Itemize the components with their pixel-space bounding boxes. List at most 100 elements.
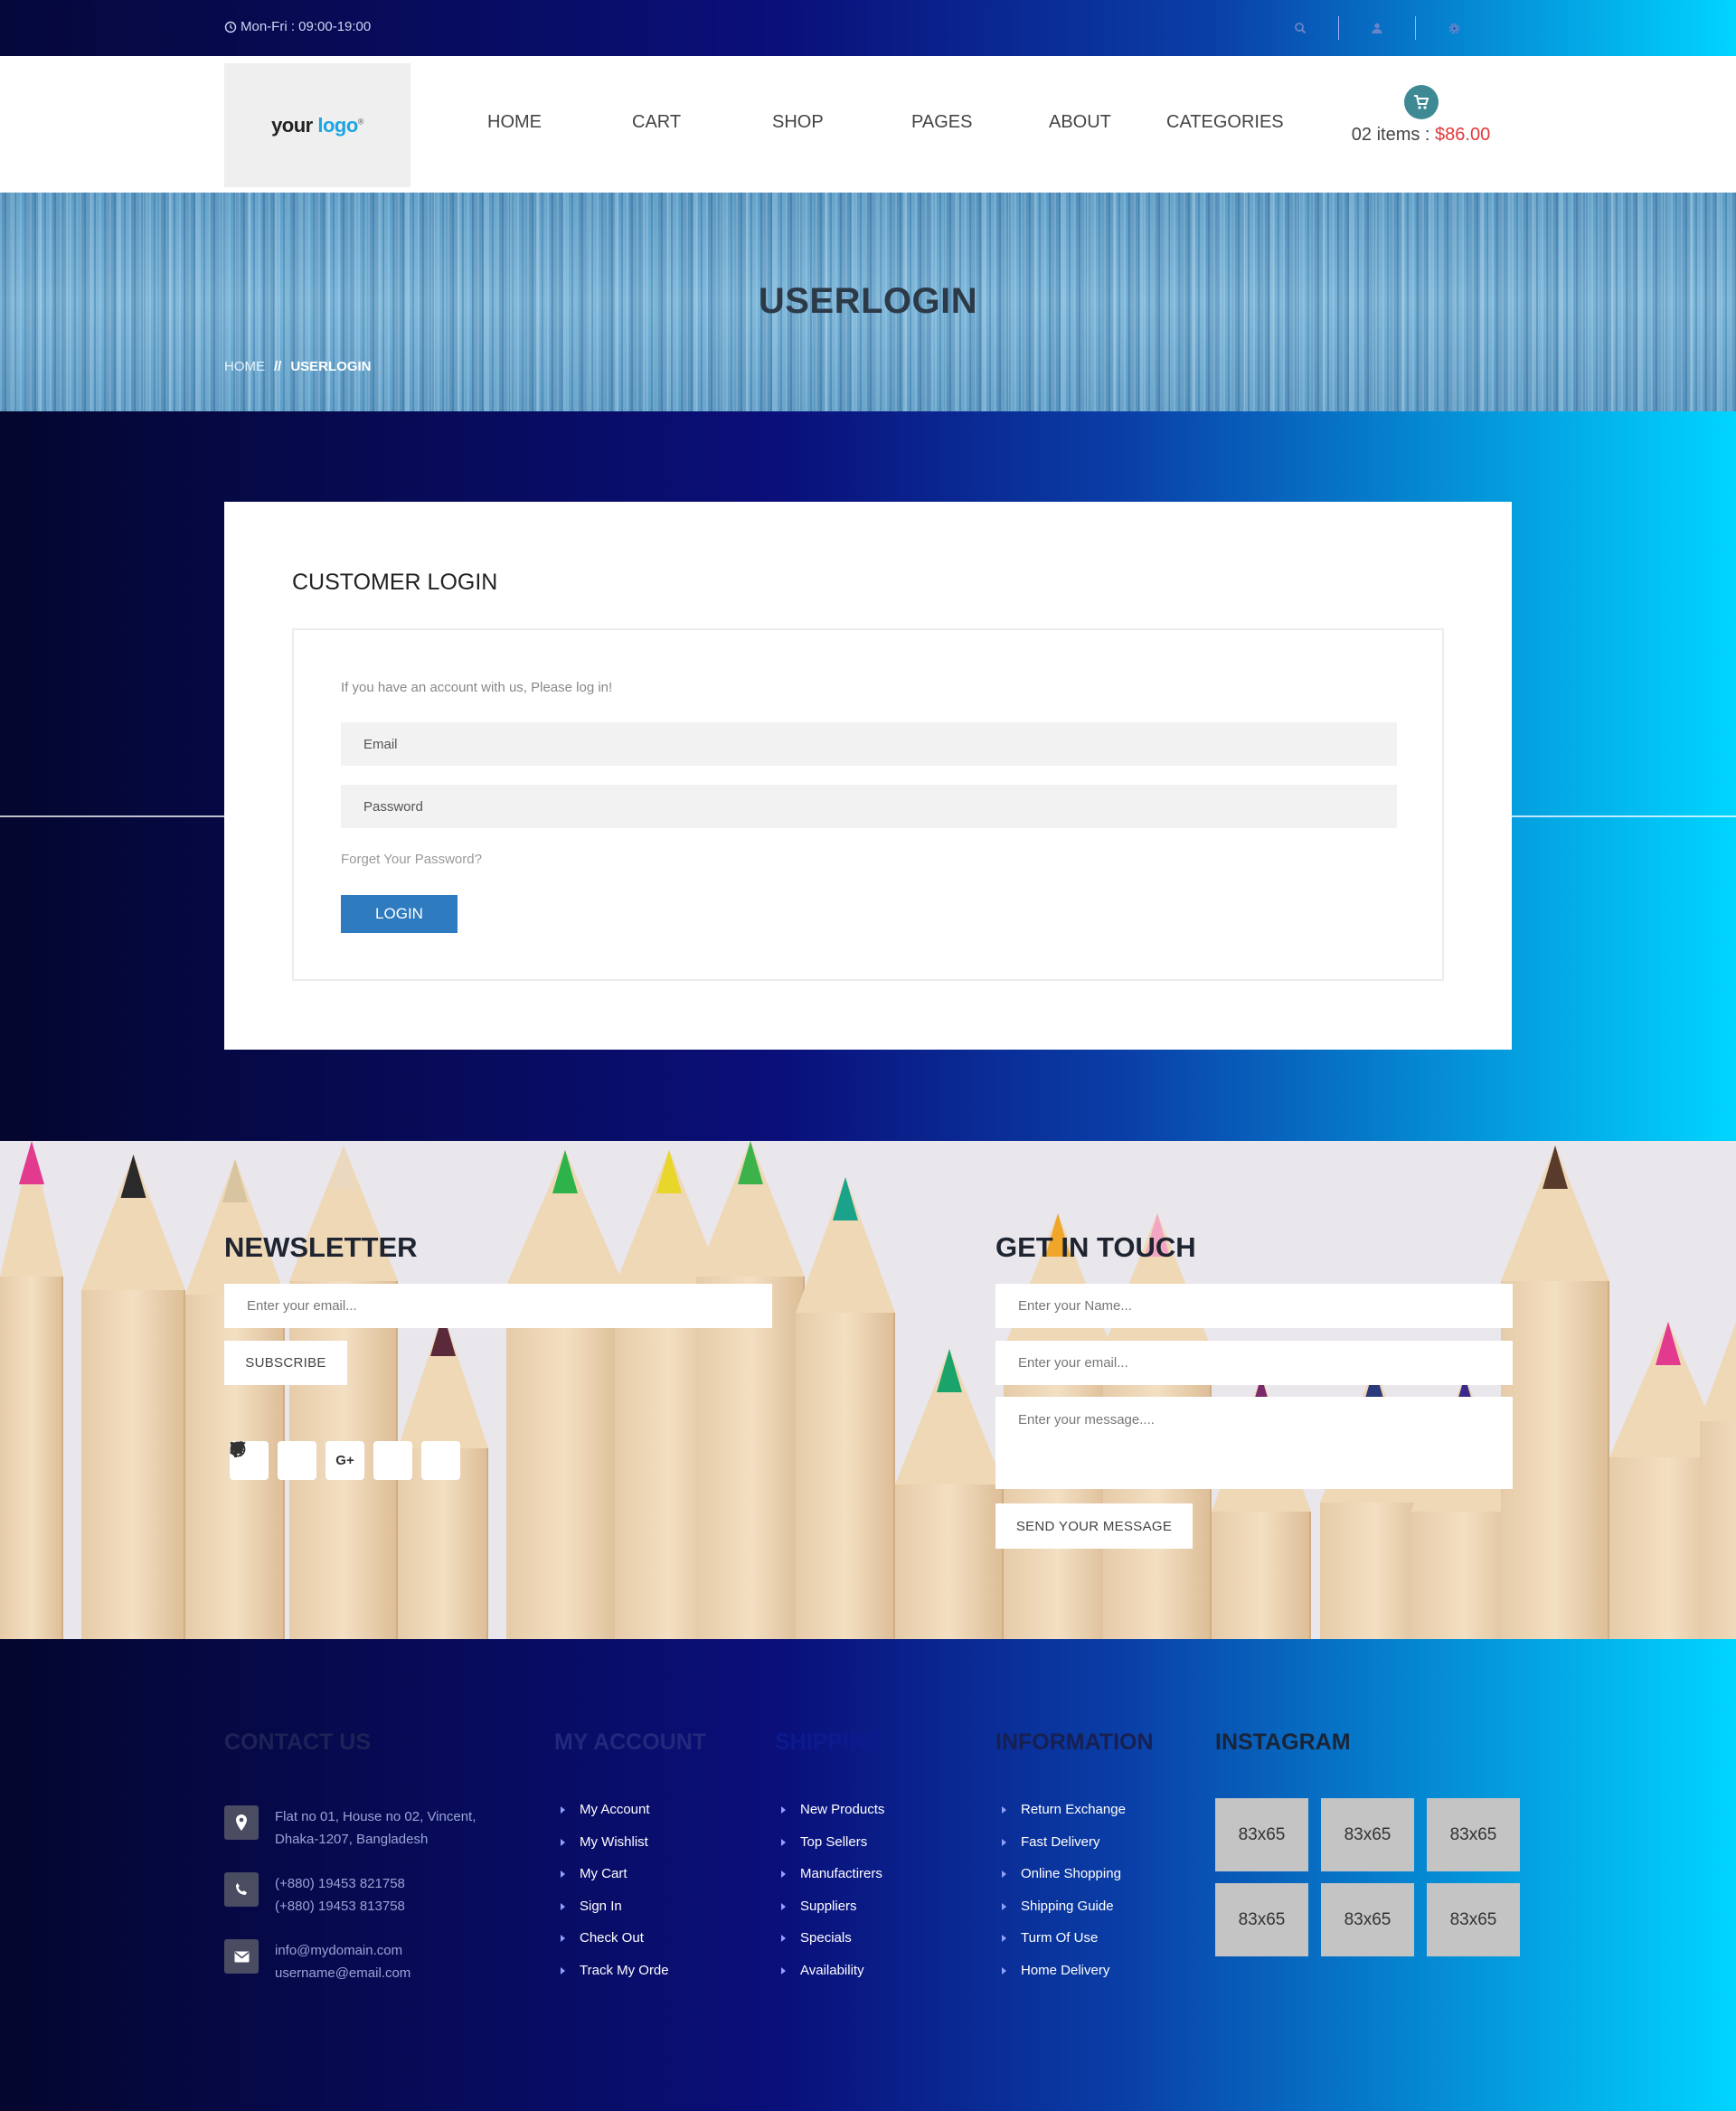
email-link[interactable]: info@mydomain.com <box>275 1939 410 1962</box>
breadcrumb-current: USERLOGIN <box>290 359 372 374</box>
instagram-thumbnail[interactable]: 83x65 <box>1215 1883 1308 1956</box>
search-icon <box>1295 23 1307 34</box>
forgot-password-link[interactable]: Forget Your Password? <box>341 852 482 867</box>
footer-link[interactable]: Specials <box>781 1930 884 1963</box>
phone-icon <box>224 1872 259 1907</box>
site-footer: CONTACT US Flat no 01, House no 02, Vinc… <box>0 1639 1736 2111</box>
footer-link[interactable]: My Cart <box>561 1866 669 1899</box>
contact-phones: (+880) 19453 821758 (+880) 19453 813758 <box>224 1872 405 1918</box>
logo-text: your logo® <box>271 113 363 137</box>
footer-instagram-title: INSTAGRAM <box>1215 1729 1351 1755</box>
page-banner: USERLOGIN HOME // USERLOGIN <box>0 193 1736 411</box>
newsletter-email-input[interactable]: Enter your email... <box>224 1284 772 1328</box>
clock-icon <box>224 21 237 33</box>
footer-information-links: Return Exchange Fast Delivery Online Sho… <box>1002 1802 1126 1994</box>
footer-link[interactable]: Check Out <box>561 1930 669 1963</box>
footer-link[interactable]: Sign In <box>561 1899 669 1931</box>
dribbble-icon[interactable] <box>230 1441 412 1480</box>
account-button[interactable] <box>1339 16 1415 40</box>
login-card: CUSTOMER LOGIN If you have an account wi… <box>224 502 1512 1050</box>
rss-icon[interactable] <box>230 1441 460 1480</box>
nav-shop[interactable]: SHOP <box>772 112 824 133</box>
footer-shipping-title: SHIPPING <box>775 1729 883 1755</box>
footer-link[interactable]: My Wishlist <box>561 1834 669 1867</box>
footer-link[interactable]: New Products <box>781 1802 884 1834</box>
address-line: Flat no 01, House no 02, Vincent, <box>275 1809 476 1824</box>
shopping-cart-icon <box>1403 85 1439 119</box>
nav-home[interactable]: HOME <box>487 112 542 133</box>
nav-cart[interactable]: CART <box>632 112 681 133</box>
pencils-background-image <box>0 1141 1736 1639</box>
footer-account-links: My Account My Wishlist My Cart Sign In C… <box>561 1802 669 1994</box>
instagram-thumbnail[interactable]: 83x65 <box>1427 1883 1520 1956</box>
subscribe-button[interactable]: SUBSCRIBE <box>224 1341 347 1385</box>
email-field[interactable]: Email <box>341 722 1397 766</box>
business-hours: Mon-Fri : 09:00-19:00 <box>224 19 371 34</box>
mini-cart[interactable]: 02 items : $86.00 <box>1351 85 1491 146</box>
settings-button[interactable] <box>1416 16 1492 40</box>
email-link[interactable]: username@email.com <box>275 1962 410 1984</box>
social-links: G+ <box>230 1441 460 1480</box>
breadcrumb: HOME // USERLOGIN <box>224 359 372 374</box>
phone-number[interactable]: (+880) 19453 813758 <box>275 1895 405 1918</box>
newsletter-title: NEWSLETTER <box>224 1231 418 1263</box>
footer-link[interactable]: Manufactirers <box>781 1866 884 1899</box>
user-icon <box>1372 23 1382 33</box>
phone-number[interactable]: (+880) 19453 821758 <box>275 1872 405 1895</box>
divider <box>1512 815 1736 817</box>
contact-address: Flat no 01, House no 02, Vincent, Dhaka-1… <box>224 1805 476 1851</box>
contact-emails: info@mydomain.com username@email.com <box>224 1939 410 1984</box>
contact-name-input[interactable]: Enter your Name... <box>995 1284 1513 1328</box>
map-pin-icon <box>224 1805 259 1840</box>
footer-link[interactable]: My Account <box>561 1802 669 1834</box>
contact-email-input[interactable]: Enter your email... <box>995 1341 1513 1385</box>
login-button[interactable]: LOGIN <box>341 895 458 933</box>
footer-account-title: MY ACCOUNT <box>554 1729 707 1755</box>
nav-categories[interactable]: CATEGORIES <box>1166 112 1284 133</box>
footer-link[interactable]: Top Sellers <box>781 1834 884 1867</box>
footer-link[interactable]: Return Exchange <box>1002 1802 1126 1834</box>
twitter-icon[interactable] <box>230 1441 316 1480</box>
nav-pages[interactable]: PAGES <box>911 112 972 133</box>
breadcrumb-home[interactable]: HOME <box>224 359 265 374</box>
footer-shipping-links: New Products Top Sellers Manufactirers S… <box>781 1802 884 1994</box>
newsletter-contact-section: NEWSLETTER Enter your email... SUBSCRIBE… <box>0 1141 1736 1639</box>
contact-form-title: GET IN TOUCH <box>995 1231 1196 1263</box>
business-hours-text: Mon-Fri : 09:00-19:00 <box>241 19 372 34</box>
footer-information-title: INFORMATION <box>995 1729 1154 1755</box>
footer-link[interactable]: Shipping Guide <box>1002 1899 1126 1931</box>
search-button[interactable] <box>1262 16 1338 40</box>
page-title: USERLOGIN <box>758 281 978 321</box>
footer-contact-title: CONTACT US <box>224 1729 372 1755</box>
instagram-thumbnail[interactable]: 83x65 <box>1427 1798 1520 1871</box>
contact-message-textarea[interactable]: Enter your message.... <box>995 1397 1513 1489</box>
login-form: If you have an account with us, Please l… <box>292 628 1444 981</box>
google-plus-icon[interactable]: G+ <box>326 1441 364 1480</box>
site-header: your logo® HOME CART SHOP PAGES ABOUT CA… <box>0 56 1736 193</box>
top-bar: Mon-Fri : 09:00-19:00 <box>0 0 1736 56</box>
site-logo[interactable]: your logo® <box>224 63 410 187</box>
footer-link[interactable]: Home Delivery <box>1002 1963 1126 1995</box>
login-section: CUSTOMER LOGIN If you have an account wi… <box>0 411 1736 1141</box>
login-intro: If you have an account with us, Please l… <box>341 680 613 695</box>
instagram-thumbnail[interactable]: 83x65 <box>1321 1883 1414 1956</box>
footer-link[interactable]: Fast Delivery <box>1002 1834 1126 1867</box>
login-title: CUSTOMER LOGIN <box>292 570 498 595</box>
nav-about[interactable]: ABOUT <box>1049 112 1111 133</box>
password-field[interactable]: Password <box>341 785 1397 828</box>
instagram-thumbnail[interactable]: 83x65 <box>1215 1798 1308 1871</box>
divider <box>0 815 224 817</box>
footer-link[interactable]: Online Shopping <box>1002 1866 1126 1899</box>
cart-summary: 02 items : $86.00 <box>1351 125 1491 145</box>
footer-link[interactable]: Availability <box>781 1963 884 1995</box>
cart-total: $86.00 <box>1435 125 1491 145</box>
footer-link[interactable]: Suppliers <box>781 1899 884 1931</box>
instagram-thumbnail[interactable]: 83x65 <box>1321 1798 1414 1871</box>
instagram-grid: 83x65 83x65 83x65 83x65 83x65 83x65 <box>1215 1798 1520 1956</box>
envelope-icon <box>224 1939 259 1974</box>
send-message-button[interactable]: SEND YOUR MESSAGE <box>995 1503 1193 1549</box>
footer-link[interactable]: Track My Orde <box>561 1963 669 1995</box>
address-line: Dhaka-1207, Bangladesh <box>275 1832 429 1847</box>
gear-icon <box>1448 23 1459 33</box>
footer-link[interactable]: Turm Of Use <box>1002 1930 1126 1963</box>
